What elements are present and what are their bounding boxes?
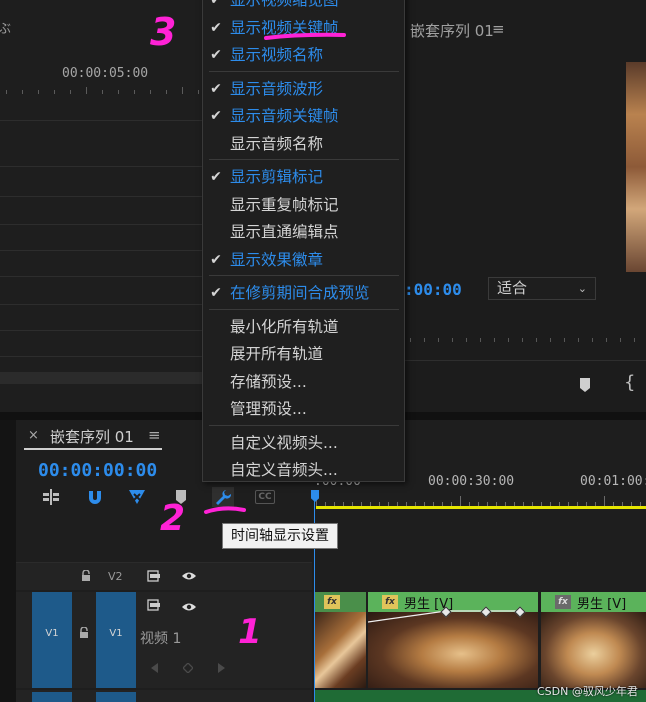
csdn-watermark: CSDN @驭风少年君 [537, 685, 638, 698]
annotation-underlines [204, 32, 346, 514]
